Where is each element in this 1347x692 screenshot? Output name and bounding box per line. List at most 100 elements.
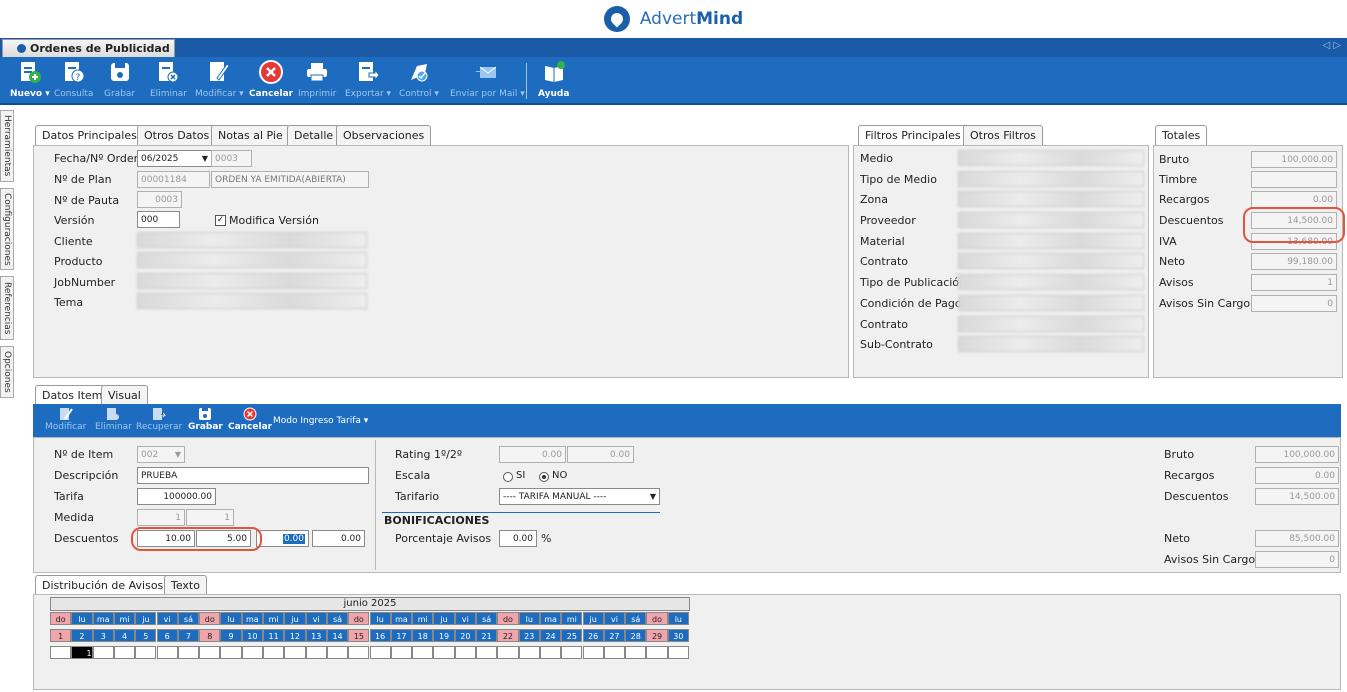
calendar-entry-cell[interactable]: [241, 646, 263, 659]
calendar-day[interactable]: 21: [476, 629, 498, 642]
producto-field[interactable]: [137, 252, 367, 268]
calendar-entry-cell[interactable]: [369, 646, 391, 659]
tarifa-field[interactable]: 100000.00: [137, 488, 216, 505]
calendar-day[interactable]: 22: [497, 629, 519, 642]
cancelar-button[interactable]: Cancelar: [249, 59, 293, 99]
nitem-select[interactable]: 002 ▼: [137, 446, 185, 463]
calendar-entry-cell[interactable]: [646, 646, 668, 659]
calendar-day[interactable]: 10: [241, 629, 263, 642]
calendar-day[interactable]: 24: [539, 629, 562, 642]
calendar-day[interactable]: 8: [199, 629, 221, 642]
tab-otros-datos[interactable]: Otros Datos: [137, 125, 217, 145]
calendar-day[interactable]: 28: [625, 629, 647, 642]
calendar-entry-cell[interactable]: [220, 646, 242, 659]
tab-totales[interactable]: Totales: [1155, 125, 1208, 145]
window-tab[interactable]: Ordenes de Publicidad: [2, 39, 175, 57]
calendar-day[interactable]: 4: [113, 629, 136, 642]
calendar-day[interactable]: 26: [582, 629, 604, 642]
calendar-day[interactable]: 25: [561, 629, 583, 642]
calendar-entry-cell[interactable]: [433, 646, 455, 659]
modo-ingreso-tarifa-menu[interactable]: Modo Ingreso Tarifa ▾: [273, 416, 368, 426]
calendar-entry-cell[interactable]: [539, 646, 562, 659]
calendar-day[interactable]: 18: [412, 629, 434, 642]
filtro-field[interactable]: [958, 336, 1144, 352]
imprimir-button[interactable]: Imprimir: [298, 59, 336, 99]
calendar-entry-cell[interactable]: [390, 646, 413, 659]
calendar-entry-cell[interactable]: [113, 646, 136, 659]
calendar-day[interactable]: 12: [284, 629, 306, 642]
calendar-day[interactable]: 15: [348, 629, 370, 642]
calendar-day[interactable]: 9: [220, 629, 242, 642]
filtro-field[interactable]: [958, 212, 1144, 228]
calendar-day[interactable]: 13: [305, 629, 327, 642]
filtro-field[interactable]: [958, 253, 1144, 269]
filtro-field[interactable]: [958, 274, 1144, 290]
eliminar-button[interactable]: Eliminar: [150, 59, 187, 99]
calendar-day[interactable]: 7: [177, 629, 200, 642]
tab-texto[interactable]: Texto: [164, 575, 207, 595]
tab-notas-al-pie[interactable]: Notas al Pie: [211, 125, 290, 145]
filtro-field[interactable]: [958, 191, 1144, 207]
window-nav-arrows[interactable]: ◁ ▷: [1322, 40, 1341, 51]
tab-datos-principales[interactable]: Datos Principales: [35, 125, 144, 145]
calendar-entry-cell[interactable]: [305, 646, 327, 659]
filtro-field[interactable]: [958, 171, 1144, 187]
enviar-mail-button[interactable]: Enviar por Mail ▾: [450, 59, 525, 99]
calendar-entry-cell[interactable]: [199, 646, 221, 659]
calendar-entry-cell[interactable]: [518, 646, 540, 659]
calendar-entry-cell[interactable]: [603, 646, 626, 659]
calendar-entry-cell[interactable]: [454, 646, 476, 659]
calendar-entry-cell[interactable]: 1: [71, 646, 93, 659]
escala-si-radio[interactable]: [503, 472, 513, 482]
calendar-entry-cell[interactable]: [667, 646, 689, 659]
calendar-entry-cell[interactable]: [156, 646, 178, 659]
filtro-field[interactable]: [958, 295, 1144, 311]
escala-no-radio[interactable]: [539, 472, 549, 482]
item-eliminar-button[interactable]: Eliminar: [95, 406, 132, 432]
descuento-3-field[interactable]: 0.00: [256, 530, 309, 547]
calendar-day[interactable]: 2: [71, 629, 93, 642]
filtro-field[interactable]: [958, 150, 1144, 166]
calendar-day[interactable]: 27: [603, 629, 626, 642]
calendar-entry-cell[interactable]: [412, 646, 434, 659]
filtro-field[interactable]: [958, 316, 1144, 332]
calendar-day[interactable]: 19: [433, 629, 455, 642]
version-field[interactable]: 000: [137, 211, 180, 228]
calendar-entry-cell[interactable]: [625, 646, 647, 659]
ayuda-button[interactable]: Ayuda: [538, 59, 569, 99]
tab-visual[interactable]: Visual: [101, 385, 148, 405]
tab-filtros-principales[interactable]: Filtros Principales: [858, 125, 968, 145]
calendar-day[interactable]: 1: [50, 629, 72, 642]
calendar-entry-cell[interactable]: [50, 646, 72, 659]
tab-distribucion-avisos[interactable]: Distribución de Avisos: [35, 575, 171, 595]
jobnumber-field[interactable]: [137, 273, 367, 289]
calendar-day[interactable]: 16: [369, 629, 391, 642]
side-tab-configuraciones[interactable]: Configuraciones: [0, 188, 14, 270]
item-grabar-button[interactable]: Grabar: [188, 406, 223, 432]
calendar-day[interactable]: 29: [646, 629, 668, 642]
side-tab-opciones[interactable]: Opciones: [0, 346, 14, 398]
descripcion-field[interactable]: PRUEBA: [137, 467, 369, 484]
calendar-entry-cell[interactable]: [326, 646, 349, 659]
tab-datos-item[interactable]: Datos Item: [35, 385, 110, 405]
grabar-button[interactable]: Grabar: [104, 59, 135, 99]
calendar-day[interactable]: 20: [454, 629, 476, 642]
tarifario-select[interactable]: ---- TARIFA MANUAL ---- ▼: [499, 488, 660, 505]
cliente-field[interactable]: [137, 232, 367, 248]
porcentaje-avisos-field[interactable]: 0.00: [499, 530, 537, 547]
calendar-entry-cell[interactable]: [561, 646, 583, 659]
calendar-entry-cell[interactable]: [177, 646, 200, 659]
calendar-day[interactable]: 14: [326, 629, 349, 642]
calendar-day[interactable]: 23: [518, 629, 540, 642]
modifica-version-checkbox[interactable]: ✓: [215, 215, 226, 226]
calendar-entry-cell[interactable]: [263, 646, 285, 659]
tema-field[interactable]: [137, 293, 367, 309]
calendar-day[interactable]: 11: [263, 629, 285, 642]
descuento-4-field[interactable]: 0.00: [312, 530, 365, 547]
item-modificar-button[interactable]: Modificar: [45, 406, 86, 432]
calendar-entry-cell[interactable]: [92, 646, 114, 659]
fecha-select[interactable]: 06/2025 ▼: [137, 150, 212, 167]
calendar-day[interactable]: 6: [156, 629, 178, 642]
side-tab-herramientas[interactable]: Herramientas: [0, 110, 14, 182]
tab-detalle[interactable]: Detalle: [287, 125, 341, 145]
